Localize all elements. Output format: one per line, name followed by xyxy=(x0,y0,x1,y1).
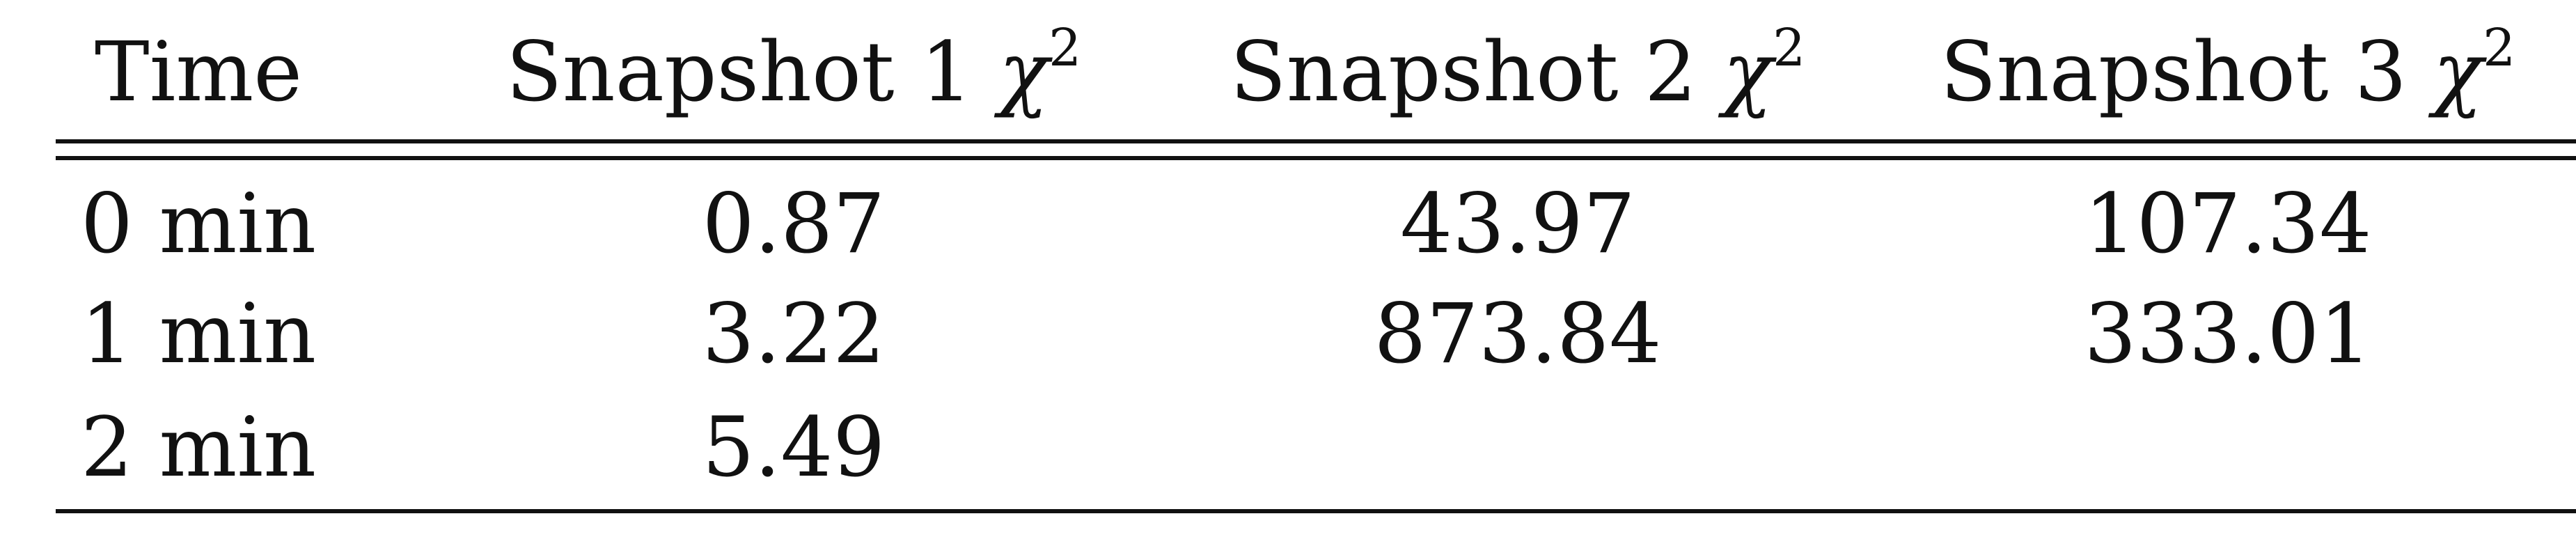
header-snapshot-1: Snapshot 1 χ2 xyxy=(446,20,1142,124)
cell-time: 0 min xyxy=(80,176,317,272)
cell-snapshot-1: 0.87 xyxy=(702,176,886,272)
header-label: Snapshot 2 xyxy=(1230,24,1723,120)
cell-snapshot-2 xyxy=(1170,395,1866,499)
top-rule xyxy=(56,139,2576,143)
bottom-rule xyxy=(56,509,2576,513)
cell-snapshot-3: 333.01 xyxy=(2084,286,2372,382)
table-header-row: Time Snapshot 1 χ2 Snapshot 2 χ2 Snapsho… xyxy=(56,20,2576,124)
header-rule xyxy=(56,156,2576,160)
cell-snapshot-3 xyxy=(1880,395,2576,499)
table-row: 1 min 3.22 873.84 333.01 xyxy=(56,281,2576,386)
cell-snapshot-2: 873.84 xyxy=(1374,286,1662,382)
cell-snapshot-3: 107.34 xyxy=(2084,176,2372,272)
superscript: 2 xyxy=(1049,18,1082,78)
table-row: 2 min 5.49 xyxy=(56,395,2576,499)
chi-symbol: χ xyxy=(1722,24,1773,120)
results-table: Time Snapshot 1 χ2 Snapshot 2 χ2 Snapsho… xyxy=(56,0,2576,546)
superscript: 2 xyxy=(2483,18,2516,78)
cell-snapshot-1: 3.22 xyxy=(702,286,886,382)
header-snapshot-2: Snapshot 2 χ2 xyxy=(1170,20,1866,124)
table-row: 0 min 0.87 43.97 107.34 xyxy=(56,171,2576,276)
header-snapshot-3: Snapshot 3 χ2 xyxy=(1880,20,2576,124)
cell-time: 1 min xyxy=(80,286,317,382)
header-label: Snapshot 3 xyxy=(1940,24,2433,120)
cell-time: 2 min xyxy=(80,399,317,495)
cell-snapshot-1: 5.49 xyxy=(702,399,886,495)
cell-snapshot-2: 43.97 xyxy=(1400,176,1635,272)
header-label: Snapshot 1 xyxy=(505,24,999,120)
chi-symbol: χ xyxy=(998,24,1049,120)
superscript: 2 xyxy=(1773,18,1806,78)
header-time: Time xyxy=(94,24,303,120)
chi-symbol: χ xyxy=(2433,24,2483,120)
